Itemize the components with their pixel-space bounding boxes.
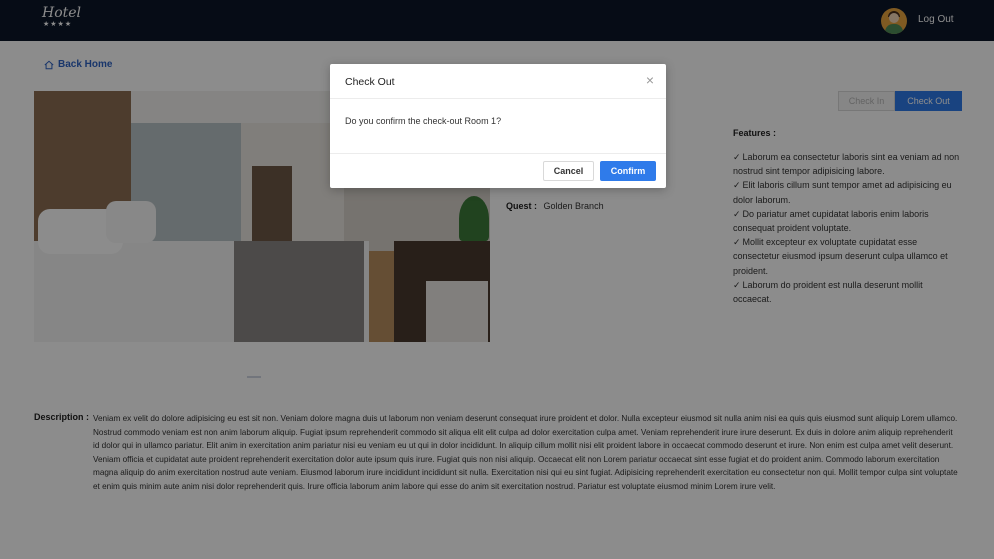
modal-header: Check Out × [330,64,666,99]
close-icon[interactable]: × [646,73,654,87]
modal-title: Check Out [345,76,395,88]
modal-message: Do you confirm the check-out Room 1? [345,116,502,126]
modal-body: Do you confirm the check-out Room 1? [330,99,666,154]
cancel-button[interactable]: Cancel [543,161,594,181]
confirm-button[interactable]: Confirm [600,161,656,181]
checkout-modal: Check Out × Do you confirm the check-out… [330,64,666,188]
